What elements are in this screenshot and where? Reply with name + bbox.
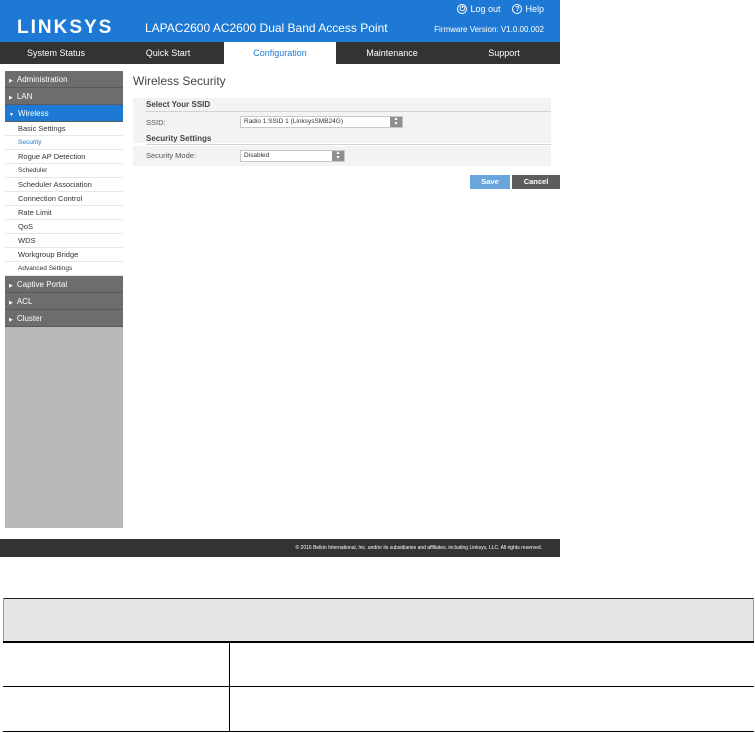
security-mode-row: Security Mode: Disabled ▴ ▾ [133,146,551,166]
settings-panel: Select Your SSID SSID: Radio 1:SSID 1 (L… [133,98,551,143]
security-settings-heading: Security Settings [146,134,212,143]
security-mode-select[interactable]: Disabled ▴ ▾ [240,150,345,162]
select-arrows-icon: ▴ ▾ [332,150,344,161]
help-label: Help [525,4,544,14]
select-arrows-icon: ▴ ▾ [390,116,402,127]
footer: © 2016 Belkin International, Inc. and/or… [0,539,560,557]
sidebar-item-security[interactable]: Security [5,136,123,150]
logout-label: Log out [470,4,501,14]
sidebar-group-administration[interactable]: ▶ Administration [5,71,123,88]
sidebar-group-label: Administration [16,75,68,84]
top-header: LINKSYS LAPAC2600 AC2600 Dual Band Acces… [0,0,560,42]
sidebar-item-scheduler[interactable]: Scheduler [5,164,123,178]
linksys-logo: LINKSYS [17,17,114,38]
ssid-select-value: Radio 1:SSID 1 (LinksysSMB24G) [244,118,343,125]
triangle-right-icon: ▶ [9,78,13,84]
section-divider [146,111,551,112]
save-button[interactable]: Save [470,175,510,189]
triangle-down-icon: ▼ [9,112,14,118]
sidebar-group-label: Cluster [16,314,43,323]
sidebar-group-captive-portal[interactable]: ▶ Captive Portal [5,276,123,293]
triangle-right-icon: ▶ [9,95,13,101]
sidebar-group-cluster[interactable]: ▶ Cluster [5,310,123,327]
ssid-label: SSID: [146,118,166,127]
help-link[interactable]: ? Help [512,4,544,14]
sidebar-group-label: Captive Portal [16,280,68,289]
sidebar-group-label: Wireless [17,109,49,118]
security-mode-select-value: Disabled [244,152,270,159]
document-table [3,598,754,733]
tab-configuration[interactable]: Configuration [224,42,336,64]
sidebar-item-qos[interactable]: QoS [5,220,123,234]
wireless-submenu: Basic Settings Security Rogue AP Detecti… [5,122,123,276]
tab-maintenance[interactable]: Maintenance [336,42,448,64]
sidebar-item-advanced-settings[interactable]: Advanced Settings [5,262,123,276]
power-icon: ⏻ [457,4,468,14]
table-column-divider [229,643,230,732]
table-header-row [3,598,754,642]
triangle-right-icon: ▶ [9,283,13,289]
tab-system-status[interactable]: System Status [0,42,112,64]
ssid-select[interactable]: Radio 1:SSID 1 (LinksysSMB24G) ▴ ▾ [240,116,403,128]
table-rule [3,686,754,687]
page-title: Wireless Security [133,74,226,88]
sidebar-group-acl[interactable]: ▶ ACL [5,293,123,310]
sidebar: ▶ Administration ▶ LAN ▼ Wireless Basic Set… [5,71,123,528]
sidebar-item-rogue-ap-detection[interactable]: Rogue AP Detection [5,150,123,164]
table-rule [3,731,754,732]
main-nav: System Status Quick Start Configuration … [0,42,560,64]
help-icon: ? [512,4,523,14]
logout-link[interactable]: ⏻ Log out [457,4,500,14]
cancel-button[interactable]: Cancel [512,175,560,189]
sidebar-item-rate-limit[interactable]: Rate Limit [5,206,123,220]
screenshot-frame: LINKSYS LAPAC2600 AC2600 Dual Band Acces… [0,0,560,557]
select-ssid-heading: Select Your SSID [146,100,211,109]
sidebar-group-wireless[interactable]: ▼ Wireless [5,105,123,122]
tab-quick-start[interactable]: Quick Start [112,42,224,64]
main-content: Wireless Security Select Your SSID SSID:… [133,74,556,166]
sidebar-item-connection-control[interactable]: Connection Control [5,192,123,206]
sidebar-item-workgroup-bridge[interactable]: Workgroup Bridge [5,248,123,262]
firmware-version: Firmware Version: V1.0.00.002 [434,25,544,34]
sidebar-group-label: LAN [16,92,33,101]
table-rule [3,641,754,643]
sidebar-group-label: ACL [16,297,33,306]
triangle-right-icon: ▶ [9,300,13,306]
section-divider [146,144,551,145]
sidebar-item-basic-settings[interactable]: Basic Settings [5,122,123,136]
product-title: LAPAC2600 AC2600 Dual Band Access Point [145,21,388,35]
sidebar-group-lan[interactable]: ▶ LAN [5,88,123,105]
tab-support[interactable]: Support [448,42,560,64]
top-links: ⏻ Log out ? Help [457,4,544,14]
sidebar-item-wds[interactable]: WDS [5,234,123,248]
sidebar-item-scheduler-association[interactable]: Scheduler Association [5,178,123,192]
triangle-right-icon: ▶ [9,317,13,323]
security-mode-label: Security Mode: [146,151,197,160]
